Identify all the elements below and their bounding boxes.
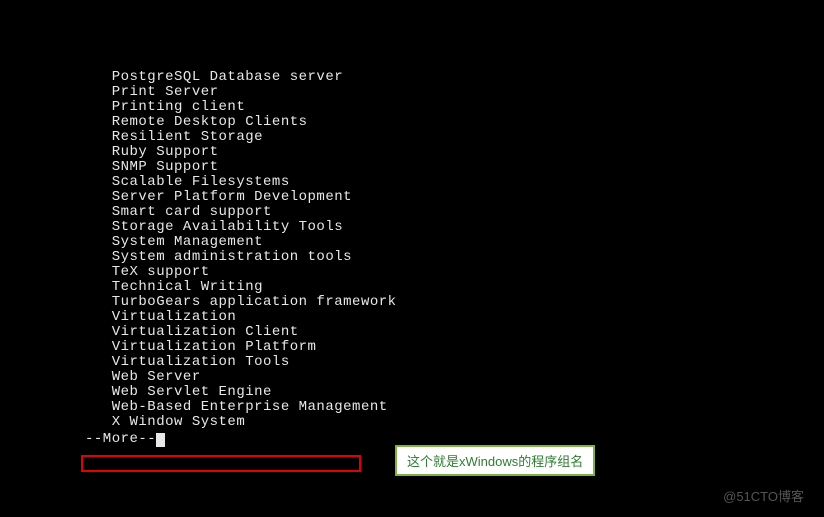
list-item: Web Server xyxy=(85,370,824,385)
list-item: TurboGears application framework xyxy=(85,295,824,310)
list-item: Virtualization xyxy=(85,310,824,325)
list-item: Technical Writing xyxy=(85,280,824,295)
list-item: Virtualization Client xyxy=(85,325,824,340)
annotation-text: 这个就是xWindows的程序组名 xyxy=(407,454,583,469)
list-item: Server Platform Development xyxy=(85,190,824,205)
list-item: PostgreSQL Database server xyxy=(85,70,824,85)
list-item: System Management xyxy=(85,235,824,250)
list-item: Virtualization Tools xyxy=(85,355,824,370)
list-item: Storage Availability Tools xyxy=(85,220,824,235)
list-item: Web Servlet Engine xyxy=(85,385,824,400)
list-item: Smart card support xyxy=(85,205,824,220)
list-item: Printing client xyxy=(85,100,824,115)
list-item: Scalable Filesystems xyxy=(85,175,824,190)
more-prompt: --More-- xyxy=(85,431,156,447)
list-item: System administration tools xyxy=(85,250,824,265)
list-item: Ruby Support xyxy=(85,145,824,160)
list-item: X Window System xyxy=(85,415,824,430)
list-item: Remote Desktop Clients xyxy=(85,115,824,130)
list-item: TeX support xyxy=(85,265,824,280)
list-item: Web-Based Enterprise Management xyxy=(85,400,824,415)
list-item: Virtualization Platform xyxy=(85,340,824,355)
list-item: Resilient Storage xyxy=(85,130,824,145)
cursor-icon xyxy=(156,433,165,447)
annotation-callout: 这个就是xWindows的程序组名 xyxy=(395,445,595,476)
terminal-output[interactable]: PostgreSQL Database server Print Server … xyxy=(0,0,824,462)
watermark-text: @51CTO博客 xyxy=(723,489,804,504)
list-item: SNMP Support xyxy=(85,160,824,175)
list-item: Print Server xyxy=(85,85,824,100)
watermark: @51CTO博客 xyxy=(723,486,804,505)
